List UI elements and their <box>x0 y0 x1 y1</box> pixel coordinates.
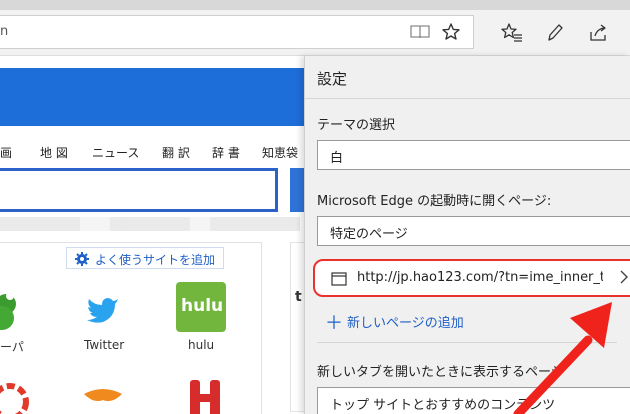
add-site-label: よく使うサイトを追加 <box>95 253 216 267</box>
site-tile-orange-logo[interactable] <box>78 374 128 414</box>
site-tile-hulu[interactable]: hulu <box>176 282 226 332</box>
blurred-text-line <box>0 217 300 231</box>
reading-view-icon[interactable] <box>410 24 430 40</box>
chevron-right-icon[interactable] <box>619 269 629 289</box>
web-page: 画 地 図 ニュース 翻 訳 辞 書 知恵袋 よく使うサイトを追加 ーパ Twi… <box>0 56 305 414</box>
tile-label: Twitter <box>84 338 125 352</box>
divider <box>305 98 630 99</box>
add-favorite-site-button[interactable]: よく使うサイトを追加 <box>66 247 224 269</box>
site-tile-frog[interactable] <box>0 284 26 334</box>
annotation-arrow <box>513 302 612 414</box>
favorites-list-icon[interactable] <box>500 22 524 44</box>
share-icon[interactable] <box>588 22 610 44</box>
page-search-button[interactable] <box>290 168 305 212</box>
theme-label: テーマの選択 <box>317 118 396 133</box>
browser-toolbar: n <box>0 10 630 56</box>
startup-page-url: http://jp.hao123.com/?tn=ime_inner_t <box>357 270 603 285</box>
favorite-star-icon[interactable] <box>441 22 461 42</box>
startup-page-item[interactable]: http://jp.hao123.com/?tn=ime_inner_t <box>313 259 630 297</box>
theme-value: 白 <box>330 151 344 166</box>
gear-icon <box>74 251 90 267</box>
nav-link-dictionary[interactable]: 辞 書 <box>212 144 240 161</box>
hulu-logo-text: hulu <box>181 296 224 316</box>
title-bar-strip <box>0 0 630 10</box>
nav-link-translate[interactable]: 翻 訳 <box>162 144 190 161</box>
theme-select[interactable]: 白 <box>317 140 630 170</box>
settings-title: 設定 <box>317 70 348 88</box>
page-header-banner <box>0 68 305 126</box>
page-nav: 画 地 図 ニュース 翻 訳 辞 書 知恵袋 <box>0 138 305 164</box>
add-page-label: 新しいページの追加 <box>347 316 464 331</box>
nav-link-map[interactable]: 地 図 <box>40 144 68 161</box>
site-tile-red-swirl[interactable] <box>0 372 32 414</box>
address-bar[interactable]: n <box>0 15 474 49</box>
startup-value: 特定のページ <box>330 227 408 242</box>
page-search-input[interactable] <box>0 168 278 212</box>
plus-icon: ＋ <box>325 313 343 334</box>
nav-link[interactable]: 画 <box>0 144 12 161</box>
address-text: n <box>0 24 9 39</box>
screen: n 画 地 図 ニュース 翻 訳 辞 書 知恵袋 よく使うサイトを追加 ーパ T… <box>0 0 630 414</box>
startup-select[interactable]: 特定のページ <box>317 216 630 246</box>
tile-label: hulu <box>188 338 215 352</box>
nav-link-chiebukuro[interactable]: 知恵袋 <box>262 144 298 161</box>
site-tile-twitter[interactable] <box>78 284 128 334</box>
web-note-pen-icon[interactable] <box>545 22 565 44</box>
nav-link-news[interactable]: ニュース <box>92 144 139 161</box>
tile-label: ーパ <box>0 340 24 354</box>
startup-label: Microsoft Edge の起動時に開くページ: <box>317 194 552 209</box>
right-column-text: t <box>295 289 302 305</box>
site-tile-h-logo[interactable] <box>182 374 232 414</box>
page-icon <box>331 272 347 286</box>
right-column-box: t <box>290 242 305 412</box>
